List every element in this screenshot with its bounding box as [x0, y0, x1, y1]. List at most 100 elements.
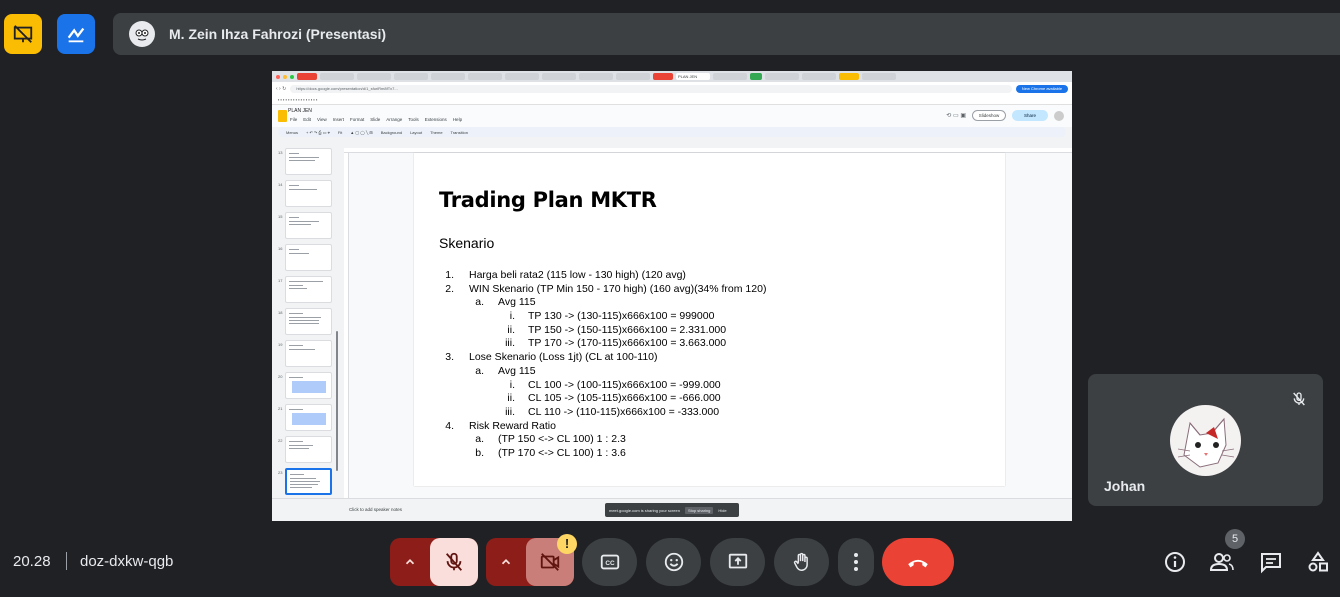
browser-tab — [297, 73, 317, 80]
account-avatar — [1054, 110, 1064, 121]
history-icon: ⟲ ▭ ▣ — [946, 113, 966, 119]
browser-tab — [765, 73, 799, 80]
slide-thumbnail — [285, 436, 332, 463]
menu-item: Arrange — [386, 117, 403, 122]
slides-toolbar: Menus + ↶ ↷ ⎙ ▭ ⌖ Fit ▲ ▢ ◯ ╲ ⊞ Backgrou… — [278, 127, 1066, 137]
stop-sharing-button: Stop sharing — [684, 506, 714, 514]
browser-tab — [431, 73, 465, 80]
chat-button[interactable] — [1258, 549, 1284, 575]
thumb-number: 17 — [278, 278, 283, 283]
captions-icon: CC — [600, 554, 619, 570]
participant-avatar — [1170, 405, 1241, 476]
maximize-window-icon — [290, 74, 294, 79]
thumb-number: 22 — [278, 438, 283, 443]
browser-tab — [468, 73, 502, 80]
share-button: Share — [1012, 110, 1048, 121]
browser-tab-bar: PLAN JEN — [272, 71, 1072, 82]
end-call-button[interactable] — [882, 538, 954, 586]
chevron-up-icon[interactable] — [400, 552, 420, 572]
shared-screen: PLAN JEN ‹ › ↻ https://docs.google.com/p… — [272, 71, 1072, 521]
slide-thumbnail — [285, 404, 332, 431]
present-button[interactable] — [710, 538, 765, 586]
slide-title: Trading Plan MKTR — [439, 188, 657, 212]
browser-tab — [579, 73, 613, 80]
toolbar-menus: Menus — [286, 129, 299, 135]
slides-header: PLAN JEN File Edit View Insert Format Sl… — [272, 105, 1072, 127]
info-button[interactable] — [1162, 549, 1188, 575]
people-button[interactable] — [1209, 549, 1235, 575]
participant-tile[interactable]: Johan — [1088, 374, 1323, 506]
menu-item: View — [317, 117, 327, 122]
menu-item: Edit — [303, 117, 312, 122]
chat-icon — [1261, 553, 1281, 574]
browser-tab — [357, 73, 391, 80]
browser-tab — [839, 73, 859, 80]
end-call-icon — [908, 559, 928, 568]
slide-filmstrip: 13 14 15 16 17 18 19 20 21 22 23 — [278, 148, 338, 498]
raise-hand-button[interactable] — [774, 538, 829, 586]
menu-bar: File Edit View Insert Format Slide Arran… — [290, 117, 462, 122]
ruler-left — [344, 153, 349, 498]
menu-item: Help — [452, 117, 463, 122]
present-icon — [728, 553, 747, 569]
current-slide: Trading Plan MKTR Skenario 1. Harga beli … — [414, 153, 1005, 486]
browser-tab-active: PLAN JEN — [676, 73, 710, 80]
slideshow-button: Slideshow — [972, 110, 1006, 121]
browser-tab — [505, 73, 539, 80]
thumb-number: 23 — [278, 470, 283, 475]
chrome-update-button: New Chrome available — [1016, 84, 1068, 93]
browser-tab — [750, 73, 762, 80]
header-actions: ⟲ ▭ ▣ Slideshow Share — [946, 110, 1064, 121]
slides-logo-icon — [278, 110, 287, 122]
share-notice-text: meet.google.com is sharing your screen — [609, 507, 680, 513]
slide-thumbnail-selected — [285, 468, 332, 495]
mic-toggle-button[interactable] — [430, 538, 478, 586]
activities-icon — [1308, 551, 1328, 572]
slide-thumbnail — [285, 276, 332, 303]
thumb-number: 19 — [278, 342, 283, 347]
menu-item: Slide — [370, 117, 381, 122]
audio-controls — [390, 538, 478, 586]
emoji-button[interactable] — [646, 538, 701, 586]
browser-tab — [713, 73, 747, 80]
slide-thumbnail — [285, 340, 332, 367]
chevron-up-icon[interactable] — [496, 552, 516, 572]
presenter-banner: M. Zein Ihza Fahrozi (Presentasi) — [113, 13, 1340, 55]
toolbar-theme: Theme — [430, 129, 443, 135]
toolbar-transition: Transition — [450, 129, 468, 135]
browser-tab — [802, 73, 836, 80]
slide-subtitle: Skenario — [439, 235, 495, 251]
thumb-number: 14 — [278, 182, 283, 187]
menu-item: Insert — [332, 117, 344, 122]
meeting-code: doz-dxkw-qgb — [80, 553, 174, 570]
participant-count-badge: 5 — [1225, 529, 1245, 549]
divider — [66, 552, 67, 570]
thumb-number: 20 — [278, 374, 283, 379]
activities-button[interactable] — [1305, 549, 1331, 575]
minimize-window-icon — [283, 74, 287, 79]
browser-url-bar: ‹ › ↻ https://docs.google.com/presentati… — [272, 82, 1072, 95]
whiteboard-icon[interactable] — [57, 14, 95, 54]
presentation-off-icon[interactable] — [4, 14, 42, 54]
captions-button[interactable]: CC — [582, 538, 637, 586]
toolbar-background: Background — [380, 129, 403, 135]
participant-name: Johan — [1104, 478, 1146, 494]
bookmarks-bar: ▪ ▪ ▪ ▪ ▪ ▪ ▪ ▪ ▪ ▪ ▪ ▪ ▪ ▪ ▪ ▪ — [272, 95, 1072, 105]
presenter-name: M. Zein Ihza Fahrozi (Presentasi) — [169, 26, 387, 42]
hide-button: Hide — [718, 507, 727, 513]
toolbar-tools: + ↶ ↷ ⎙ ▭ ⌖ — [306, 129, 330, 135]
top-bar: M. Zein Ihza Fahrozi (Presentasi) — [0, 0, 1340, 68]
more-vert-icon — [854, 553, 858, 571]
mic-off-icon — [1289, 389, 1309, 409]
slide-canvas: Trading Plan MKTR Skenario 1. Harga beli … — [344, 148, 1072, 498]
screen-share-notice: meet.google.com is sharing your screen S… — [605, 503, 739, 517]
mic-off-icon — [445, 552, 463, 571]
browser-tab — [653, 73, 673, 80]
thumb-number: 13 — [278, 150, 283, 155]
presenter-avatar — [129, 21, 155, 47]
more-options-button[interactable] — [838, 538, 874, 586]
slide-thumbnail — [285, 372, 332, 399]
raise-hand-icon — [793, 552, 808, 571]
bookmark-item: ▪ ▪ ▪ ▪ ▪ ▪ ▪ ▪ ▪ ▪ ▪ ▪ ▪ ▪ ▪ ▪ — [278, 97, 318, 102]
camera-off-icon — [540, 553, 560, 571]
